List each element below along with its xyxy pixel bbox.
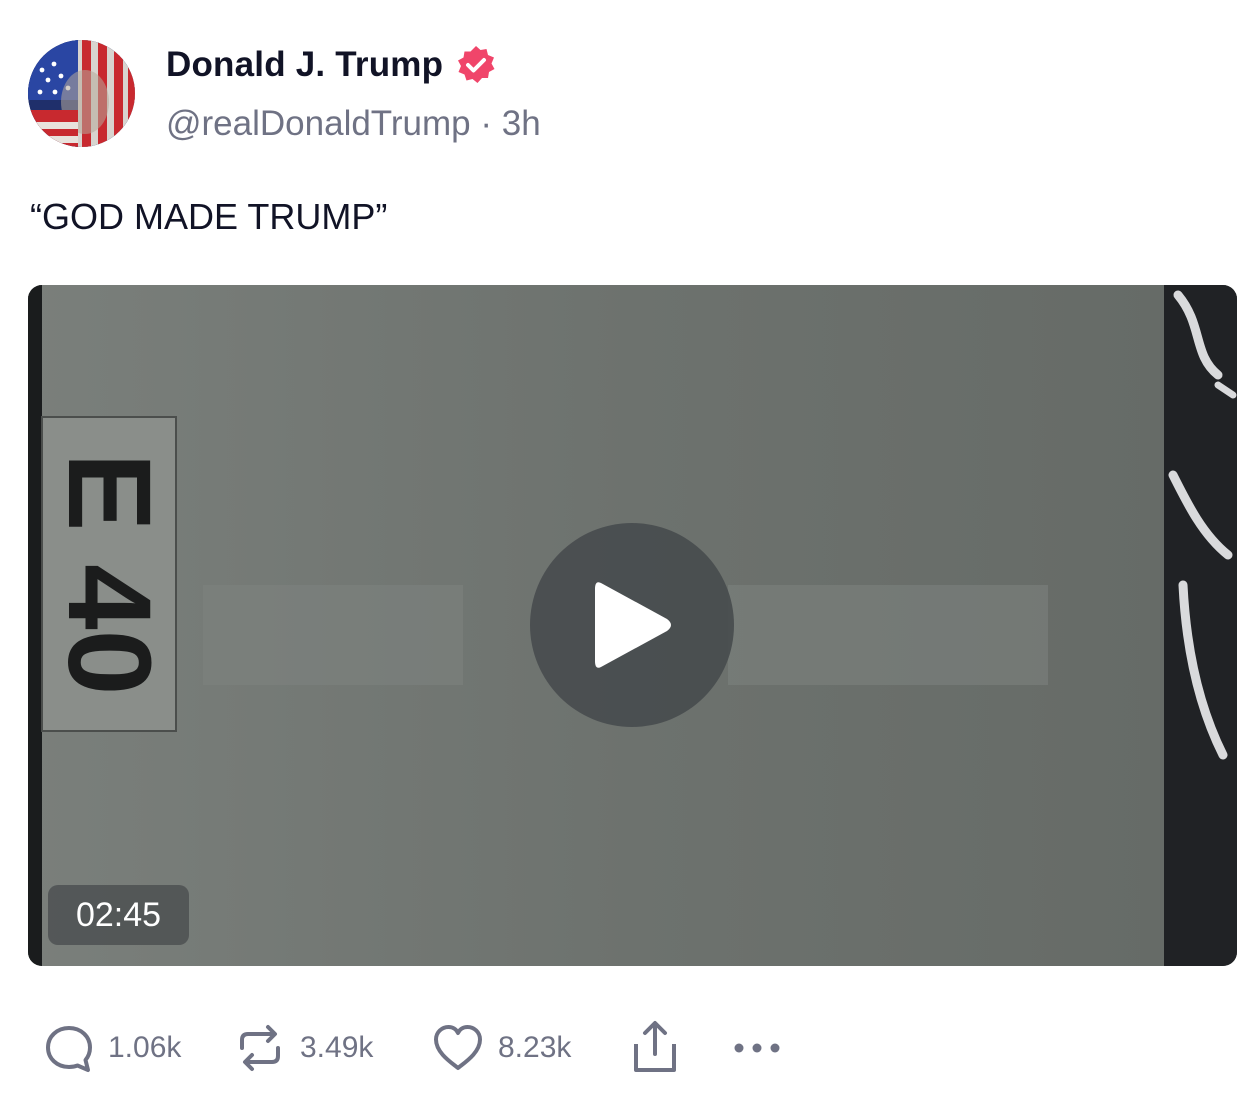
play-button[interactable] [530, 523, 734, 727]
speech-bubble-icon [46, 1026, 92, 1072]
post-text: “GOD MADE TRUMP” [30, 196, 388, 237]
repost-button[interactable]: 3.49k [234, 1018, 373, 1078]
share-button[interactable] [632, 1018, 678, 1078]
repost-arrows-icon [240, 1025, 280, 1071]
like-count: 8.23k [498, 1031, 572, 1064]
sign-text: E 40 [43, 453, 175, 696]
author-name-row[interactable]: Donald J. Trump [166, 44, 497, 86]
handle-and-time[interactable]: @realDonaldTrump · 3h [166, 104, 541, 144]
reply-count: 1.06k [108, 1031, 182, 1064]
verified-badge-icon [455, 44, 497, 86]
play-icon [595, 582, 671, 668]
video-duration: 02:45 [48, 885, 189, 945]
post-actions: 1.06k 3.49k 8.23k [0, 1018, 1259, 1078]
reply-button[interactable]: 1.06k [44, 1018, 181, 1078]
more-dots-icon [734, 1043, 780, 1053]
author-name[interactable]: Donald J. Trump [166, 45, 443, 85]
more-options-button[interactable] [732, 1018, 782, 1078]
avatar-image [28, 40, 135, 147]
like-button[interactable]: 8.23k [432, 1018, 571, 1078]
repost-count: 3.49k [300, 1031, 374, 1064]
heart-icon [434, 1025, 482, 1070]
video-player[interactable]: E 40 02:45 [28, 285, 1237, 966]
avatar[interactable] [28, 40, 135, 147]
share-upload-icon [634, 1021, 676, 1072]
